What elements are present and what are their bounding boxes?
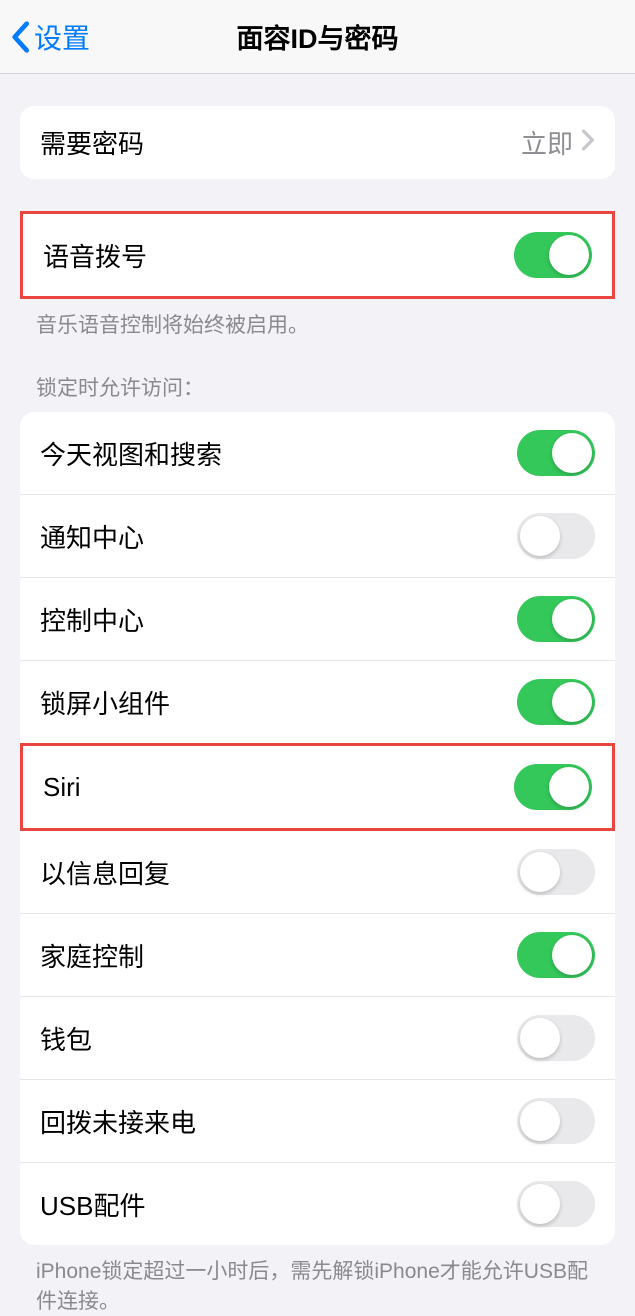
chevron-left-icon (10, 21, 30, 53)
toggle-knob (549, 235, 589, 275)
wallet-toggle[interactable] (517, 1015, 595, 1061)
control-center-row: 控制中心 (20, 577, 615, 660)
lockscreen-widgets-toggle[interactable] (517, 679, 595, 725)
voice-dial-label: 语音拨号 (43, 237, 147, 274)
locked-access-header: 锁定时允许访问： (0, 372, 635, 412)
nav-header: 设置 面容ID与密码 (0, 0, 635, 74)
callback-toggle[interactable] (517, 1098, 595, 1144)
siri-label: Siri (43, 772, 81, 803)
siri-toggle[interactable] (514, 764, 592, 810)
today-view-row: 今天视图和搜索 (20, 412, 615, 494)
back-label: 设置 (34, 17, 90, 57)
usb-accessories-row: USB配件 (20, 1162, 615, 1245)
siri-highlight: Siri (20, 743, 615, 831)
usb-accessories-label: USB配件 (40, 1186, 145, 1223)
reply-message-toggle[interactable] (517, 849, 595, 895)
page-title: 面容ID与密码 (237, 17, 399, 56)
usb-footer: iPhone锁定超过一小时后，需先解锁iPhone才能允许USB配件连接。 (0, 1245, 635, 1316)
notification-center-row: 通知中心 (20, 494, 615, 577)
notification-center-toggle[interactable] (517, 513, 595, 559)
require-passcode-value: 立即 (521, 124, 573, 161)
voice-dial-footer: 音乐语音控制将始终被启用。 (0, 299, 635, 340)
require-passcode-label: 需要密码 (40, 124, 144, 161)
voice-dial-highlight: 语音拨号 (20, 211, 615, 299)
lockscreen-widgets-label: 锁屏小组件 (40, 684, 170, 721)
today-view-toggle[interactable] (517, 430, 595, 476)
reply-message-row: 以信息回复 (20, 831, 615, 913)
require-passcode-row[interactable]: 需要密码 立即 (20, 106, 615, 179)
callback-label: 回拨未接来电 (40, 1103, 196, 1140)
wallet-label: 钱包 (40, 1020, 92, 1057)
chevron-right-icon (581, 129, 595, 156)
voice-dial-toggle[interactable] (514, 232, 592, 278)
usb-accessories-toggle[interactable] (517, 1181, 595, 1227)
back-button[interactable]: 设置 (0, 17, 90, 57)
wallet-row: 钱包 (20, 996, 615, 1079)
callback-row: 回拨未接来电 (20, 1079, 615, 1162)
notification-center-label: 通知中心 (40, 518, 144, 555)
siri-row: Siri (23, 746, 612, 828)
control-center-label: 控制中心 (40, 601, 144, 638)
lockscreen-widgets-row: 锁屏小组件 (20, 660, 615, 743)
home-control-label: 家庭控制 (40, 937, 144, 974)
reply-message-label: 以信息回复 (40, 854, 170, 891)
today-view-label: 今天视图和搜索 (40, 435, 222, 472)
home-control-row: 家庭控制 (20, 913, 615, 996)
voice-dial-row: 语音拨号 (23, 214, 612, 296)
home-control-toggle[interactable] (517, 932, 595, 978)
control-center-toggle[interactable] (517, 596, 595, 642)
